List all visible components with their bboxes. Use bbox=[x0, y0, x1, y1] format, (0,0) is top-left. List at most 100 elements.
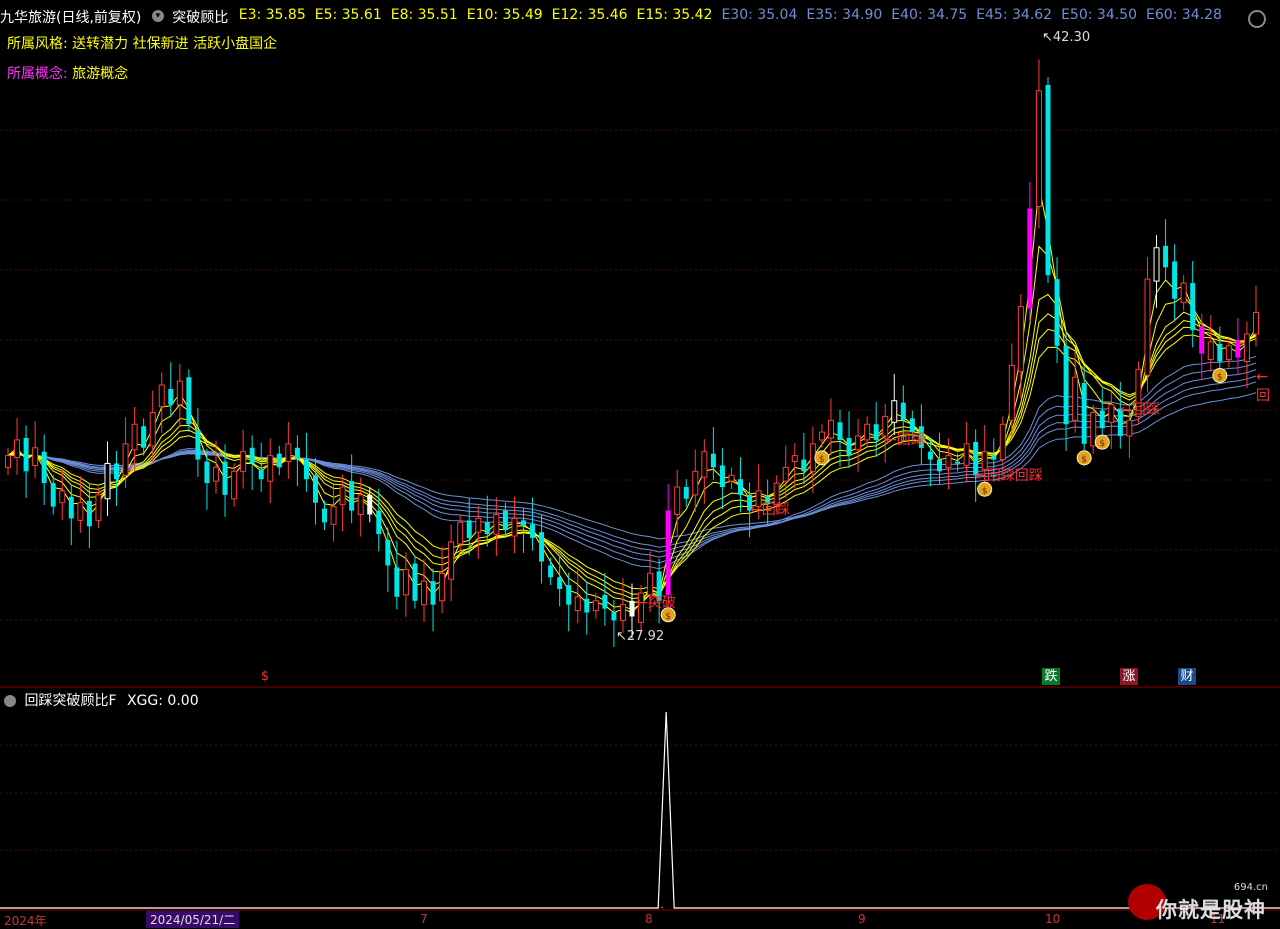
coin-symbol-4: $ bbox=[1099, 439, 1105, 449]
candle-127 bbox=[1153, 235, 1160, 308]
candle-81 bbox=[738, 457, 744, 513]
candle-114 bbox=[1035, 59, 1042, 229]
event-tag-0[interactable]: 跌 bbox=[1042, 668, 1060, 685]
low-price-label: ↖27.92 bbox=[616, 629, 665, 644]
candle-19 bbox=[176, 363, 183, 427]
candle-103 bbox=[936, 432, 942, 484]
coin-signal-icon-5: $ bbox=[1212, 367, 1228, 383]
ema-line-15 bbox=[7, 334, 1257, 590]
candle-body-1 bbox=[14, 439, 21, 459]
candle-79 bbox=[719, 448, 725, 509]
candle-body-16 bbox=[149, 411, 156, 447]
candle-1 bbox=[14, 417, 21, 475]
candle-body-33 bbox=[303, 459, 309, 480]
candle-body-121 bbox=[1099, 410, 1105, 429]
xgg-subchart bbox=[0, 711, 1280, 909]
watermark-domain: 694.cn bbox=[1233, 882, 1268, 893]
candle-9 bbox=[86, 483, 92, 549]
event-tag-2[interactable]: 财 bbox=[1178, 668, 1196, 685]
candle-body-37 bbox=[339, 486, 346, 506]
candle-29 bbox=[267, 438, 274, 504]
candle-body-106 bbox=[963, 443, 970, 466]
candle-36 bbox=[330, 484, 337, 542]
candle-body-62 bbox=[566, 585, 572, 605]
candle-body-52 bbox=[475, 517, 482, 533]
candle-body-22 bbox=[204, 461, 210, 484]
indicator-name[interactable]: 突破顾比 bbox=[172, 7, 228, 27]
candle-4 bbox=[41, 434, 47, 506]
candle-body-95 bbox=[864, 423, 871, 441]
candle-body-50 bbox=[457, 521, 464, 545]
ema-value-10: E50: 34.50 bbox=[1061, 7, 1137, 23]
candle-47 bbox=[430, 568, 436, 632]
ema-value-1: E5: 35.61 bbox=[314, 7, 382, 23]
candle-body-90 bbox=[818, 431, 825, 441]
high-price-label: ↖42.30 bbox=[1042, 30, 1091, 45]
candle-92 bbox=[837, 409, 843, 467]
candle-body-117 bbox=[1063, 345, 1069, 425]
candle-body-131 bbox=[1190, 283, 1196, 331]
candle-3 bbox=[32, 421, 39, 478]
candlestick-chart[interactable]: $ $ $ $ $ $ bbox=[0, 0, 1280, 924]
candle-body-25 bbox=[231, 470, 238, 500]
candle-body-73 bbox=[665, 510, 671, 595]
candle-30 bbox=[276, 445, 282, 476]
candle-body-48 bbox=[439, 572, 446, 602]
candle-body-23 bbox=[213, 466, 219, 482]
sub-panel-value: XGG: 0.00 bbox=[126, 693, 199, 709]
candle-body-76 bbox=[692, 470, 699, 496]
stock-label[interactable]: 九华旅游(日线,前复权) bbox=[0, 7, 141, 27]
candle-body-137 bbox=[1243, 333, 1250, 362]
candle-body-6 bbox=[59, 490, 66, 504]
candle-body-30 bbox=[276, 453, 282, 468]
candle-body-111 bbox=[1008, 364, 1015, 421]
candle-body-5 bbox=[50, 483, 56, 507]
sub-panel-toggle-icon[interactable] bbox=[4, 695, 16, 707]
ema-value-3: E10: 35.49 bbox=[466, 7, 543, 23]
candle-body-109 bbox=[991, 455, 997, 460]
candle-body-116 bbox=[1054, 279, 1060, 346]
candle-body-54 bbox=[493, 513, 500, 535]
candle-body-99 bbox=[900, 402, 906, 421]
candle-117 bbox=[1063, 333, 1069, 451]
candle-body-43 bbox=[394, 567, 400, 597]
candle-body-56 bbox=[511, 517, 518, 537]
coin-symbol-2: $ bbox=[982, 486, 988, 496]
candle-33 bbox=[303, 432, 309, 492]
marker-s[interactable]: $ bbox=[256, 668, 274, 685]
candle-45 bbox=[412, 555, 418, 609]
candle-body-86 bbox=[782, 466, 789, 482]
candle-73 bbox=[665, 483, 671, 608]
candle-body-92 bbox=[837, 422, 843, 440]
candle-129 bbox=[1172, 244, 1178, 321]
candle-body-65 bbox=[592, 600, 599, 612]
candle-body-41 bbox=[376, 510, 382, 535]
candle-90 bbox=[818, 424, 825, 448]
candle-27 bbox=[249, 435, 255, 491]
pullback-label-3: ←回踩回踩 bbox=[975, 468, 1043, 484]
candle-95 bbox=[864, 416, 871, 448]
candle-body-12 bbox=[114, 463, 120, 480]
candle-body-49 bbox=[448, 541, 455, 580]
candle-body-81 bbox=[738, 479, 744, 495]
candle-body-53 bbox=[484, 522, 490, 535]
candle-body-64 bbox=[584, 598, 590, 613]
candle-body-59 bbox=[539, 532, 545, 562]
candle-body-14 bbox=[131, 423, 138, 451]
candle-body-15 bbox=[141, 426, 147, 448]
candle-body-77 bbox=[701, 451, 708, 478]
indicator-toggle-icon[interactable]: ▾ bbox=[151, 10, 164, 22]
event-tag-1[interactable]: 涨 bbox=[1120, 668, 1138, 685]
settings-gear-icon[interactable] bbox=[1248, 10, 1266, 28]
pullback-label-1: ←回踩 bbox=[750, 502, 790, 518]
watermark-text: 你就是股神 bbox=[1156, 898, 1266, 922]
candle-body-28 bbox=[258, 469, 264, 480]
ema-value-2: E8: 35.51 bbox=[390, 7, 458, 23]
sub-panel-title[interactable]: 回踩突破顾比F bbox=[24, 693, 116, 709]
candle-body-138 bbox=[1253, 311, 1259, 335]
style-value: 送转潜力 社保新进 活跃小盘国企 bbox=[72, 36, 278, 52]
candle-body-135 bbox=[1225, 345, 1232, 361]
candle-body-113 bbox=[1027, 208, 1033, 309]
ema-line-10 bbox=[7, 313, 1257, 600]
ema-line-12 bbox=[7, 326, 1257, 595]
